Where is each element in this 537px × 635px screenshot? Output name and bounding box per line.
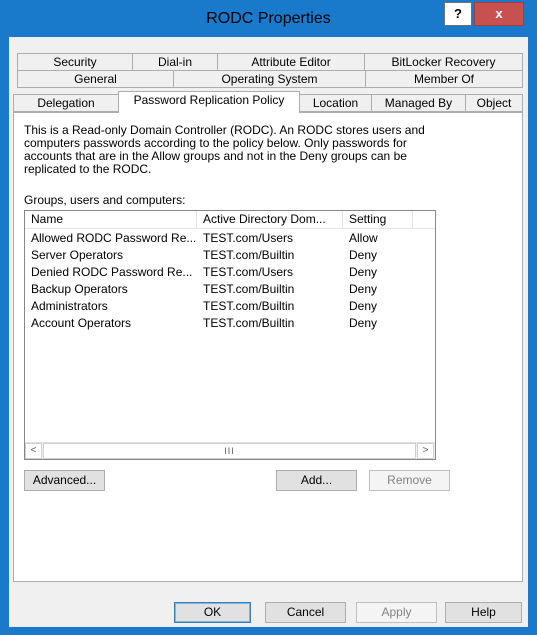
add-button[interactable]: Add... xyxy=(276,470,357,491)
dialog-window: RODC Properties ? x Security Dial-in Att… xyxy=(0,0,537,635)
item-name: Account Operators xyxy=(31,316,132,330)
item-domain: TEST.com/Builtin xyxy=(203,282,295,296)
item-setting: Deny xyxy=(349,265,378,279)
list-header: Name Active Directory Dom... Setting xyxy=(25,211,435,229)
item-name: Allowed RODC Password Re... xyxy=(31,231,197,245)
item-setting: Deny xyxy=(349,316,378,330)
item-setting: Deny xyxy=(349,299,378,313)
list-item[interactable]: Allowed RODC Password Re... TEST.com/Use… xyxy=(25,230,435,247)
column-header-name[interactable]: Name xyxy=(25,211,197,228)
intro-text: This is a Read-only Domain Controller (R… xyxy=(24,124,454,176)
close-icon[interactable]: x xyxy=(474,2,524,26)
horizontal-scrollbar[interactable]: < III > xyxy=(25,442,435,459)
item-name: Administrators xyxy=(31,299,108,313)
password-replication-panel: This is a Read-only Domain Controller (R… xyxy=(13,112,523,582)
ok-button[interactable]: OK xyxy=(174,602,251,623)
item-domain: TEST.com/Users xyxy=(203,265,294,279)
scroll-thumb[interactable]: III xyxy=(43,443,416,459)
list-item[interactable]: Account Operators TEST.com/Builtin Deny xyxy=(25,315,435,332)
scroll-left-icon[interactable]: < xyxy=(25,443,42,459)
item-setting: Deny xyxy=(349,282,378,296)
tab-attribute-editor[interactable]: Attribute Editor xyxy=(217,53,365,71)
item-domain: TEST.com/Builtin xyxy=(203,316,295,330)
item-name: Backup Operators xyxy=(31,282,128,296)
item-name: Server Operators xyxy=(31,248,124,262)
dialog-client: Security Dial-in Attribute Editor BitLoc… xyxy=(9,37,528,627)
advanced-button[interactable]: Advanced... xyxy=(24,470,105,491)
column-header-setting[interactable]: Setting xyxy=(343,211,413,228)
tab-operating-system[interactable]: Operating System xyxy=(173,70,366,88)
tab-general[interactable]: General xyxy=(17,70,174,88)
tab-managed-by[interactable]: Managed By xyxy=(371,94,466,112)
item-setting: Deny xyxy=(349,248,378,262)
intro-line: replicated to the RODC. xyxy=(24,162,152,176)
tab-location[interactable]: Location xyxy=(299,94,372,112)
tab-security[interactable]: Security xyxy=(17,53,133,71)
tab-bitlocker-recovery[interactable]: BitLocker Recovery xyxy=(364,53,523,71)
tab-password-replication-policy[interactable]: Password Replication Policy xyxy=(118,91,300,113)
help-icon[interactable]: ? xyxy=(444,2,472,26)
list-item[interactable]: Backup Operators TEST.com/Builtin Deny xyxy=(25,281,435,298)
help-button[interactable]: Help xyxy=(445,602,522,623)
groups-list[interactable]: Name Active Directory Dom... Setting All… xyxy=(24,210,436,460)
apply-button[interactable]: Apply xyxy=(356,602,437,623)
cancel-button[interactable]: Cancel xyxy=(265,602,346,623)
list-item[interactable]: Administrators TEST.com/Builtin Deny xyxy=(25,298,435,315)
tab-dial-in[interactable]: Dial-in xyxy=(132,53,218,71)
tab-delegation[interactable]: Delegation xyxy=(13,94,119,112)
item-domain: TEST.com/Users xyxy=(203,231,294,245)
tab-member-of[interactable]: Member Of xyxy=(365,70,523,88)
list-item[interactable]: Denied RODC Password Re... TEST.com/User… xyxy=(25,264,435,281)
tab-object[interactable]: Object xyxy=(465,94,523,112)
groups-label: Groups, users and computers: xyxy=(24,193,186,207)
title-bar[interactable]: RODC Properties ? x xyxy=(1,1,536,37)
scroll-right-icon[interactable]: > xyxy=(417,443,434,459)
item-setting: Allow xyxy=(349,231,378,245)
item-name: Denied RODC Password Re... xyxy=(31,265,193,279)
remove-button[interactable]: Remove xyxy=(369,470,450,491)
column-header-domain[interactable]: Active Directory Dom... xyxy=(197,211,343,228)
item-domain: TEST.com/Builtin xyxy=(203,248,295,262)
item-domain: TEST.com/Builtin xyxy=(203,299,295,313)
list-item[interactable]: Server Operators TEST.com/Builtin Deny xyxy=(25,247,435,264)
